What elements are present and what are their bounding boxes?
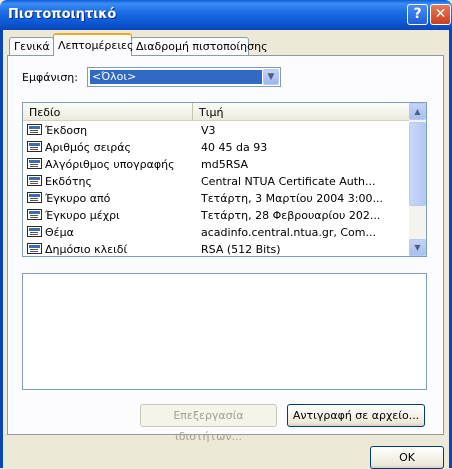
fields-list[interactable]: Πεδίο Τιμή Έκδοση V3 Αριθμός σειράς 40 45 … xyxy=(22,102,427,257)
column-header-field[interactable]: Πεδίο xyxy=(23,103,193,121)
title-bar[interactable]: Πιστοποιητικό ? ✕ xyxy=(0,0,452,30)
chevron-down-icon: ▼ xyxy=(414,243,421,252)
list-item[interactable]: Δημόσιο κλειδί RSA (512 Bits) xyxy=(23,241,409,256)
field-value: Τετάρτη, 28 Φεβρουαρίου 202... xyxy=(201,209,381,222)
scroll-up-button[interactable]: ▲ xyxy=(409,103,426,120)
field-name: Έκδοση xyxy=(45,124,88,137)
field-icon xyxy=(27,226,42,237)
field-icon xyxy=(27,192,42,203)
field-icon xyxy=(27,209,42,220)
field-icon xyxy=(27,243,42,254)
show-label: Εμφάνιση: xyxy=(22,71,78,84)
list-item[interactable]: Αλγόριθμος υπογραφής md5RSA xyxy=(23,156,409,173)
help-icon: ? xyxy=(413,6,422,22)
list-item[interactable]: Εκδότης Central NTUA Certificate Auth... xyxy=(23,173,409,190)
close-button[interactable]: ✕ xyxy=(430,4,451,25)
field-icon xyxy=(27,158,42,169)
list-scrollbar[interactable]: ▲ ▼ xyxy=(409,103,426,256)
field-name: Αλγόριθμος υπογραφής xyxy=(45,158,175,171)
show-dropdown[interactable]: <Όλοι> ▼ xyxy=(87,67,281,87)
chevron-down-icon: ▼ xyxy=(267,72,275,82)
field-value: Τετάρτη, 3 Μαρτίου 2004 3:00... xyxy=(201,192,383,205)
chevron-up-icon: ▲ xyxy=(414,107,421,116)
ok-button[interactable]: OK xyxy=(370,446,444,469)
field-value: RSA (512 Bits) xyxy=(201,243,281,256)
help-button[interactable]: ? xyxy=(407,4,428,25)
field-value: md5RSA xyxy=(201,158,249,171)
window-title: Πιστοποιητικό xyxy=(8,7,117,22)
close-icon: ✕ xyxy=(434,6,447,22)
field-name: Δημόσιο κλειδί xyxy=(45,243,128,256)
list-item[interactable]: Έγκυρο από Τετάρτη, 3 Μαρτίου 2004 3:00..… xyxy=(23,190,409,207)
show-selected-value: <Όλοι> xyxy=(90,70,262,84)
tab-general[interactable]: Γενικά xyxy=(9,37,54,55)
field-name: Αριθμός σειράς xyxy=(45,141,131,154)
field-icon xyxy=(27,175,42,186)
field-name: Θέμα xyxy=(45,226,74,239)
window-frame-left xyxy=(0,30,3,468)
list-item[interactable]: Έγκυρο μέχρι Τετάρτη, 28 Φεβρουαρίου 202.… xyxy=(23,207,409,224)
list-item[interactable]: Αριθμός σειράς 40 45 da 93 xyxy=(23,139,409,156)
list-item[interactable]: Έκδοση V3 xyxy=(23,122,409,139)
field-name: Εκδότης xyxy=(45,175,92,188)
show-dropdown-button[interactable]: ▼ xyxy=(263,69,279,85)
copy-to-file-button[interactable]: Αντιγραφή σε αρχείο... xyxy=(287,404,425,427)
field-name: Έγκυρο από xyxy=(45,192,111,205)
field-name: Έγκυρο μέχρι xyxy=(45,209,120,222)
field-value: V3 xyxy=(201,124,216,137)
scroll-thumb[interactable] xyxy=(409,122,426,206)
edit-properties-button[interactable]: Επεξεργασία ιδιοτήτων... xyxy=(140,404,277,443)
field-details-box[interactable] xyxy=(22,273,427,390)
tab-details[interactable]: Λεπτομέρειες xyxy=(53,33,133,56)
field-value: 40 45 da 93 xyxy=(201,141,268,154)
field-icon xyxy=(27,141,42,152)
list-item[interactable]: Θέμα acadinfo.central.ntua.gr, Com... xyxy=(23,224,409,241)
field-value: Central NTUA Certificate Auth... xyxy=(201,175,376,188)
tab-certification-path[interactable]: Διαδρομή πιστοποίησης xyxy=(131,37,268,55)
scroll-down-button[interactable]: ▼ xyxy=(409,239,426,256)
field-value: acadinfo.central.ntua.gr, Com... xyxy=(201,226,376,239)
field-icon xyxy=(27,124,42,135)
column-header-value[interactable]: Τιμή xyxy=(193,103,409,121)
list-rows: Έκδοση V3 Αριθμός σειράς 40 45 da 93 Αλγόρ… xyxy=(23,122,409,256)
